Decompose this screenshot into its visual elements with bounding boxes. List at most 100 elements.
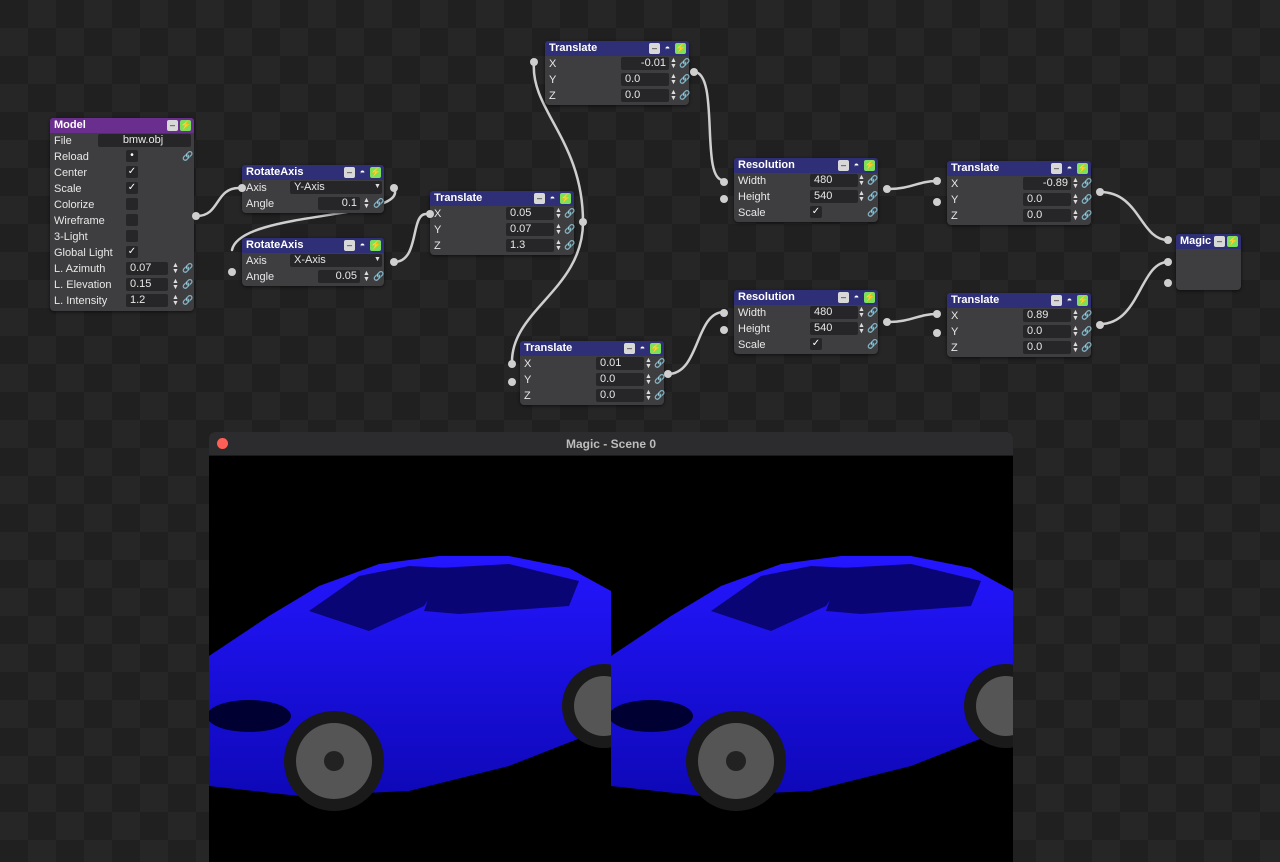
translate-node-right-top[interactable]: Translate – ◓ ⚡ X -0.89 ▲ ▼ 🔗 Y 0.0 ▲ ▼ 🔗 Z …	[933, 161, 1104, 225]
output-port[interactable]	[390, 258, 398, 266]
x-field[interactable]: 0.01	[596, 357, 644, 370]
x-field[interactable]: -0.01	[621, 57, 669, 70]
run-icon[interactable]: ⚡	[1077, 295, 1088, 306]
chevron-down-icon[interactable]: ▼	[373, 256, 382, 269]
wireframe-checkbox[interactable]	[126, 214, 138, 226]
link-icon[interactable]: 🔗	[679, 74, 690, 85]
minimize-icon[interactable]: –	[838, 160, 849, 171]
input-port[interactable]	[1164, 236, 1172, 244]
stepper-icon[interactable]: ▲ ▼	[669, 57, 678, 70]
run-icon[interactable]: ⚡	[560, 193, 571, 204]
scale-checkbox[interactable]: ✓	[810, 206, 822, 218]
output-port[interactable]	[690, 68, 698, 76]
stepper-icon[interactable]: ▲ ▼	[1071, 209, 1080, 222]
input-port[interactable]	[933, 310, 941, 318]
intensity-field[interactable]: 1.2	[126, 294, 168, 307]
rotate-axis-node-2[interactable]: RotateAxis – ◓ ⚡ Axis X-Axis ▼ Angle 0.05 …	[228, 238, 398, 286]
node-header[interactable]: Translate – ◓ ⚡	[520, 341, 664, 356]
stepper-icon[interactable]: ▲ ▼	[362, 270, 371, 283]
link-icon[interactable]: 🔗	[654, 358, 665, 369]
stepper-icon[interactable]: ▲ ▼	[1071, 341, 1080, 354]
link-icon[interactable]: 🔗	[867, 339, 878, 350]
run-icon[interactable]: ⚡	[370, 167, 381, 178]
stepper-icon[interactable]: ▲ ▼	[857, 190, 866, 203]
global-light-checkbox[interactable]: ✓	[126, 246, 138, 258]
axis-select[interactable]: Y-Axis	[290, 181, 382, 194]
node-header[interactable]: Resolution – ◓ ⚡	[734, 290, 878, 305]
axis-select[interactable]: X-Axis	[290, 254, 382, 267]
stepper-icon[interactable]: ▲ ▼	[1071, 309, 1080, 322]
stepper-icon[interactable]: ▲ ▼	[857, 174, 866, 187]
output-port[interactable]	[883, 318, 891, 326]
input-port[interactable]	[720, 178, 728, 186]
colorize-checkbox[interactable]	[126, 198, 138, 210]
height-field[interactable]: 540	[810, 190, 858, 203]
window-titlebar[interactable]: Magic - Scene 0	[209, 432, 1013, 456]
link-icon[interactable]: 🔗	[1081, 310, 1092, 321]
stepper-icon[interactable]: ▲ ▼	[171, 294, 180, 307]
minimize-icon[interactable]: –	[344, 167, 355, 178]
node-header[interactable]: RotateAxis – ◓ ⚡	[242, 165, 384, 180]
resolution-node-bottom[interactable]: Resolution – ◓ ⚡ Width 480 ▲ ▼ 🔗 Height 540…	[720, 290, 891, 354]
z-field[interactable]: 0.0	[1023, 209, 1071, 222]
z-field[interactable]: 0.0	[596, 389, 644, 402]
output-port[interactable]	[1096, 188, 1104, 196]
link-icon[interactable]: 🔗	[679, 58, 690, 69]
link-icon[interactable]: 🔗	[867, 191, 878, 202]
input-port[interactable]	[1164, 279, 1172, 287]
eye-icon[interactable]: ◓	[637, 343, 648, 354]
output-port[interactable]	[883, 185, 891, 193]
angle-field[interactable]: 0.1	[318, 197, 360, 210]
width-field[interactable]: 480	[810, 306, 858, 319]
y-field[interactable]: 0.07	[506, 223, 554, 236]
run-icon[interactable]: ⚡	[370, 240, 381, 251]
input-port[interactable]	[530, 58, 538, 66]
reload-button[interactable]: •	[126, 150, 138, 162]
input-port[interactable]	[1164, 258, 1172, 266]
z-field[interactable]: 1.3	[506, 239, 554, 252]
eye-icon[interactable]: ◓	[547, 193, 558, 204]
link-icon[interactable]: 🔗	[564, 208, 575, 219]
link-icon[interactable]: 🔗	[182, 279, 193, 290]
y-field[interactable]: 0.0	[1023, 193, 1071, 206]
y-field[interactable]: 0.0	[621, 73, 669, 86]
angle-field[interactable]: 0.05	[318, 270, 360, 283]
three-light-checkbox[interactable]	[126, 230, 138, 242]
stepper-icon[interactable]: ▲ ▼	[171, 278, 180, 291]
minimize-icon[interactable]: –	[167, 120, 178, 131]
scale-checkbox[interactable]: ✓	[126, 182, 138, 194]
stepper-icon[interactable]: ▲ ▼	[644, 373, 653, 386]
input-port[interactable]	[238, 184, 246, 192]
run-icon[interactable]: ⚡	[1077, 163, 1088, 174]
stepper-icon[interactable]: ▲ ▼	[554, 223, 563, 236]
run-icon[interactable]: ⚡	[1227, 236, 1238, 247]
link-icon[interactable]: 🔗	[867, 207, 878, 218]
eye-icon[interactable]: ◓	[357, 240, 368, 251]
z-field[interactable]: 0.0	[1023, 341, 1071, 354]
stepper-icon[interactable]: ▲ ▼	[1071, 193, 1080, 206]
input-port[interactable]	[508, 360, 516, 368]
stepper-icon[interactable]: ▲ ▼	[857, 322, 866, 335]
link-icon[interactable]: 🔗	[182, 263, 193, 274]
minimize-icon[interactable]: –	[1051, 295, 1062, 306]
minimize-icon[interactable]: –	[649, 43, 660, 54]
link-icon[interactable]: 🔗	[564, 240, 575, 251]
link-icon[interactable]: 🔗	[1081, 342, 1092, 353]
resolution-node-top[interactable]: Resolution – ◓ ⚡ Width 480 ▲ ▼ 🔗 Height 540…	[720, 158, 891, 222]
node-header[interactable]: Translate – ◓ ⚡	[947, 293, 1091, 308]
stepper-icon[interactable]: ▲ ▼	[554, 207, 563, 220]
input-port[interactable]	[508, 378, 516, 386]
link-icon[interactable]: 🔗	[1081, 210, 1092, 221]
minimize-icon[interactable]: –	[1051, 163, 1062, 174]
link-icon[interactable]: 🔗	[867, 323, 878, 334]
run-icon[interactable]: ⚡	[864, 292, 875, 303]
input-port[interactable]	[426, 210, 434, 218]
input-port[interactable]	[933, 177, 941, 185]
link-icon[interactable]: 🔗	[1081, 178, 1092, 189]
run-icon[interactable]: ⚡	[675, 43, 686, 54]
node-header[interactable]: Resolution – ◓ ⚡	[734, 158, 878, 173]
chevron-down-icon[interactable]: ▼	[373, 183, 382, 196]
eye-icon[interactable]: ◓	[851, 292, 862, 303]
scene-viewer-window[interactable]: Magic - Scene 0	[209, 432, 1013, 862]
output-port[interactable]	[579, 218, 587, 226]
